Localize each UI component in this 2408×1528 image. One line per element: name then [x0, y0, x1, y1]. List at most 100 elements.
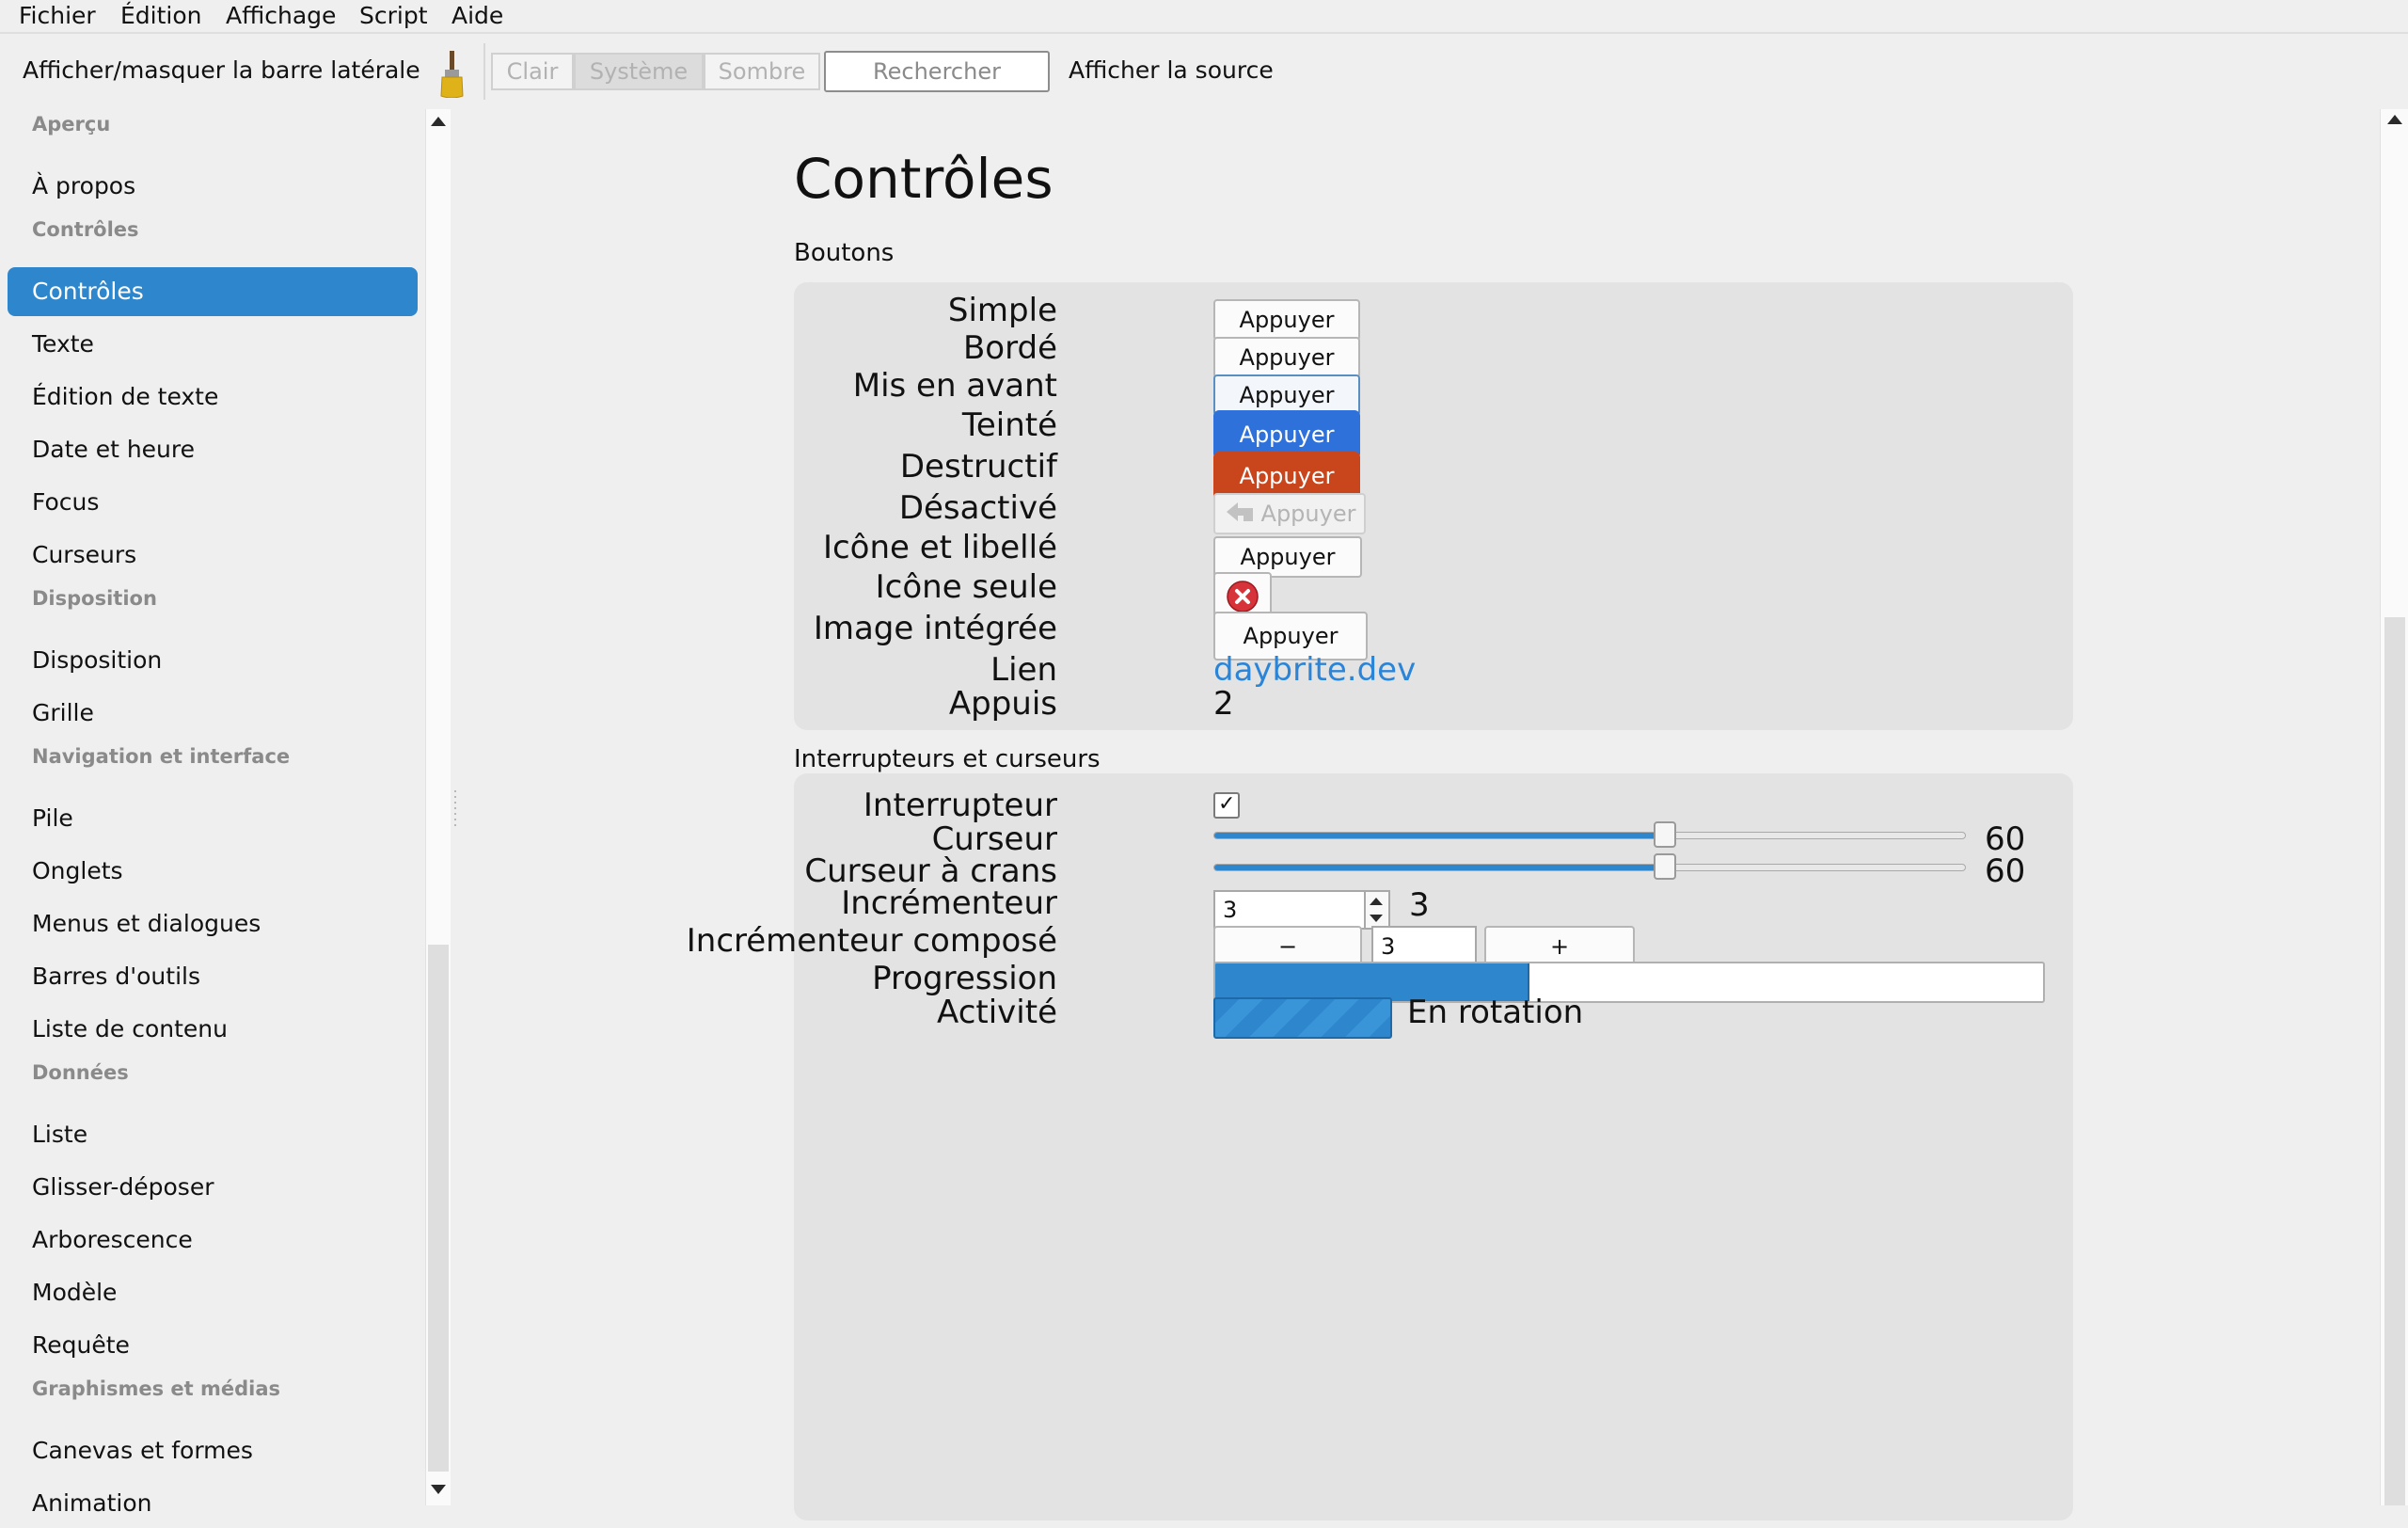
scroll-down-arrow-icon[interactable] [431, 1485, 446, 1494]
sidebar-item-grille[interactable]: Grille [8, 689, 418, 738]
menu-fichier[interactable]: Fichier [19, 0, 96, 32]
label-plain: Simple [947, 292, 1057, 329]
sidebar-item-canevas-et-formes[interactable]: Canevas et formes [8, 1426, 418, 1475]
menu-edition[interactable]: Édition [120, 0, 202, 32]
bordered-button[interactable]: Appuyer [1213, 337, 1360, 378]
sidebar-item-barres-d-outils[interactable]: Barres d'outils [8, 952, 418, 1001]
step-slider-handle[interactable] [1653, 853, 1676, 880]
stepper-arrows[interactable] [1366, 890, 1390, 930]
menu-aide[interactable]: Aide [452, 0, 503, 32]
sidebar-item-label: Grille [32, 699, 94, 726]
stepper-input[interactable] [1213, 890, 1366, 930]
sidebar-item-pile[interactable]: Pile [8, 794, 418, 843]
menu-affichage[interactable]: Affichage [226, 0, 336, 32]
sidebar-item-date-et-heure[interactable]: Date et heure [8, 425, 418, 474]
sidebar-scrollbar[interactable] [425, 109, 451, 1505]
sidebar-item-label: Liste [32, 1121, 88, 1148]
sidebar-item-label: Requête [32, 1331, 130, 1359]
sidebar-item-focus[interactable]: Focus [8, 478, 418, 527]
sidebar-header-graphismes-et-medias: Graphismes et médias [32, 1377, 280, 1400]
sidebar-item-modele[interactable]: Modèle [8, 1268, 418, 1317]
sidebar-header-navigation-et-interface: Navigation et interface [32, 745, 291, 768]
theme-light-button[interactable]: Clair [491, 53, 574, 90]
sidebar-item-label: Liste de contenu [32, 1015, 228, 1043]
label-image: Image intégrée [813, 610, 1057, 647]
sidebar-item-onglets[interactable]: Onglets [8, 847, 418, 896]
sidebar-item-label: Date et heure [32, 436, 196, 463]
label-progress: Progression [872, 960, 1057, 997]
sidebar-item-a-propos[interactable]: À propos [8, 162, 418, 211]
buttons-panel: Simple Appuyer Bordé Appuyer Mis en avan… [794, 282, 2073, 730]
sidebar-item-label: Disposition [32, 646, 163, 674]
content-scrollbar[interactable] [2380, 109, 2408, 1505]
label-highlighted: Mis en avant [852, 367, 1057, 405]
scroll-up-arrow-icon[interactable] [431, 117, 446, 126]
sidebar-item-curseurs[interactable]: Curseurs [8, 531, 418, 580]
label-bordered: Bordé [962, 329, 1057, 367]
stepper-value: 3 [1409, 886, 1430, 924]
toolbar: Afficher/masquer la barre latérale Clair… [0, 34, 2408, 109]
theme-dark-button[interactable]: Sombre [704, 53, 820, 90]
sidebar-item-disposition[interactable]: Disposition [8, 636, 418, 685]
step-slider[interactable] [1213, 853, 1966, 880]
slider-handle[interactable] [1653, 821, 1676, 848]
sidebar-item-label: Arborescence [32, 1226, 193, 1253]
label-destructive: Destructif [899, 448, 1057, 485]
label-presses: Appuis [948, 685, 1057, 723]
activity-status: En rotation [1407, 994, 1584, 1031]
sidebar-item-liste-de-contenu[interactable]: Liste de contenu [8, 1005, 418, 1054]
slider[interactable] [1213, 821, 1966, 848]
section-title-buttons: Boutons [794, 239, 895, 267]
label-link: Lien [990, 651, 1057, 689]
sidebar-scroll-thumb[interactable] [428, 945, 449, 1472]
label-switch: Interrupteur [863, 787, 1057, 824]
content-area: Contrôles Boutons Simple Appuyer Bordé A… [687, 109, 2073, 1520]
menu-bar: Fichier Édition Affichage Script Aide [0, 0, 2408, 34]
label-stepper: Incrémenteur [841, 884, 1057, 922]
menu-script[interactable]: Script [359, 0, 428, 32]
sidebar-header-donnees: Données [32, 1061, 129, 1084]
daybrite-link[interactable]: daybrite.dev [1213, 651, 1416, 689]
sidebar-item-requete[interactable]: Requête [8, 1321, 418, 1370]
sidebar-item-glisser-deposer[interactable]: Glisser-déposer [8, 1163, 418, 1212]
sidebar-item-label: Barres d'outils [32, 963, 200, 990]
plain-button[interactable]: Appuyer [1213, 299, 1360, 341]
content-scroll-thumb[interactable] [2384, 617, 2405, 1505]
sidebar-item-label: Canevas et formes [32, 1437, 253, 1464]
sidebar-item-animation[interactable]: Animation [8, 1479, 418, 1528]
page-title: Contrôles [794, 147, 1054, 211]
sidebar-item-label: Contrôles [32, 278, 144, 305]
sidebar-item-label: Onglets [32, 857, 123, 884]
show-source-button[interactable]: Afficher la source [1069, 56, 1274, 84]
search-input[interactable] [824, 51, 1050, 92]
stepper-down-icon[interactable] [1370, 915, 1383, 922]
close-icon [1227, 581, 1259, 613]
stepper-up-icon[interactable] [1370, 898, 1383, 905]
press-count: 2 [1213, 685, 1234, 723]
disabled-button: Appuyer [1213, 493, 1366, 534]
sidebar-item-texte[interactable]: Texte [8, 320, 418, 369]
sidebar-header-controles: Contrôles [32, 218, 139, 241]
content-scroll-up-icon[interactable] [2387, 115, 2402, 124]
sidebar-splitter-handle[interactable] [454, 790, 456, 828]
sidebar-item-label: Menus et dialogues [32, 910, 261, 937]
sidebar-item-controles[interactable]: Contrôles [8, 267, 418, 316]
sidebar-item-label: À propos [32, 172, 136, 199]
sidebar-item-liste[interactable]: Liste [8, 1110, 418, 1159]
sidebar-item-arborescence[interactable]: Arborescence [8, 1216, 418, 1265]
sidebar-item-label: Texte [32, 330, 94, 358]
sidebar-item-label: Pile [32, 804, 73, 832]
sidebar-item-label: Curseurs [32, 541, 137, 568]
toggle-sidebar-button[interactable]: Afficher/masquer la barre latérale [23, 56, 420, 84]
step-slider-value: 60 [1985, 852, 2026, 890]
undo-arrow-icon [1227, 502, 1253, 521]
checkmark-icon: ✓ [1218, 792, 1236, 816]
switches-panel: Interrupteur ✓ Curseur 60 Curseur à cran… [687, 773, 2073, 1520]
label-activity: Activité [937, 994, 1057, 1031]
sidebar-item-edition-de-texte[interactable]: Édition de texte [8, 373, 418, 422]
theme-system-button[interactable]: Système [574, 53, 704, 90]
paintbrush-icon[interactable] [436, 51, 467, 98]
disabled-button-label: Appuyer [1260, 501, 1356, 527]
sidebar-item-menus-et-dialogues[interactable]: Menus et dialogues [8, 899, 418, 948]
switch-checkbox[interactable]: ✓ [1213, 792, 1240, 819]
